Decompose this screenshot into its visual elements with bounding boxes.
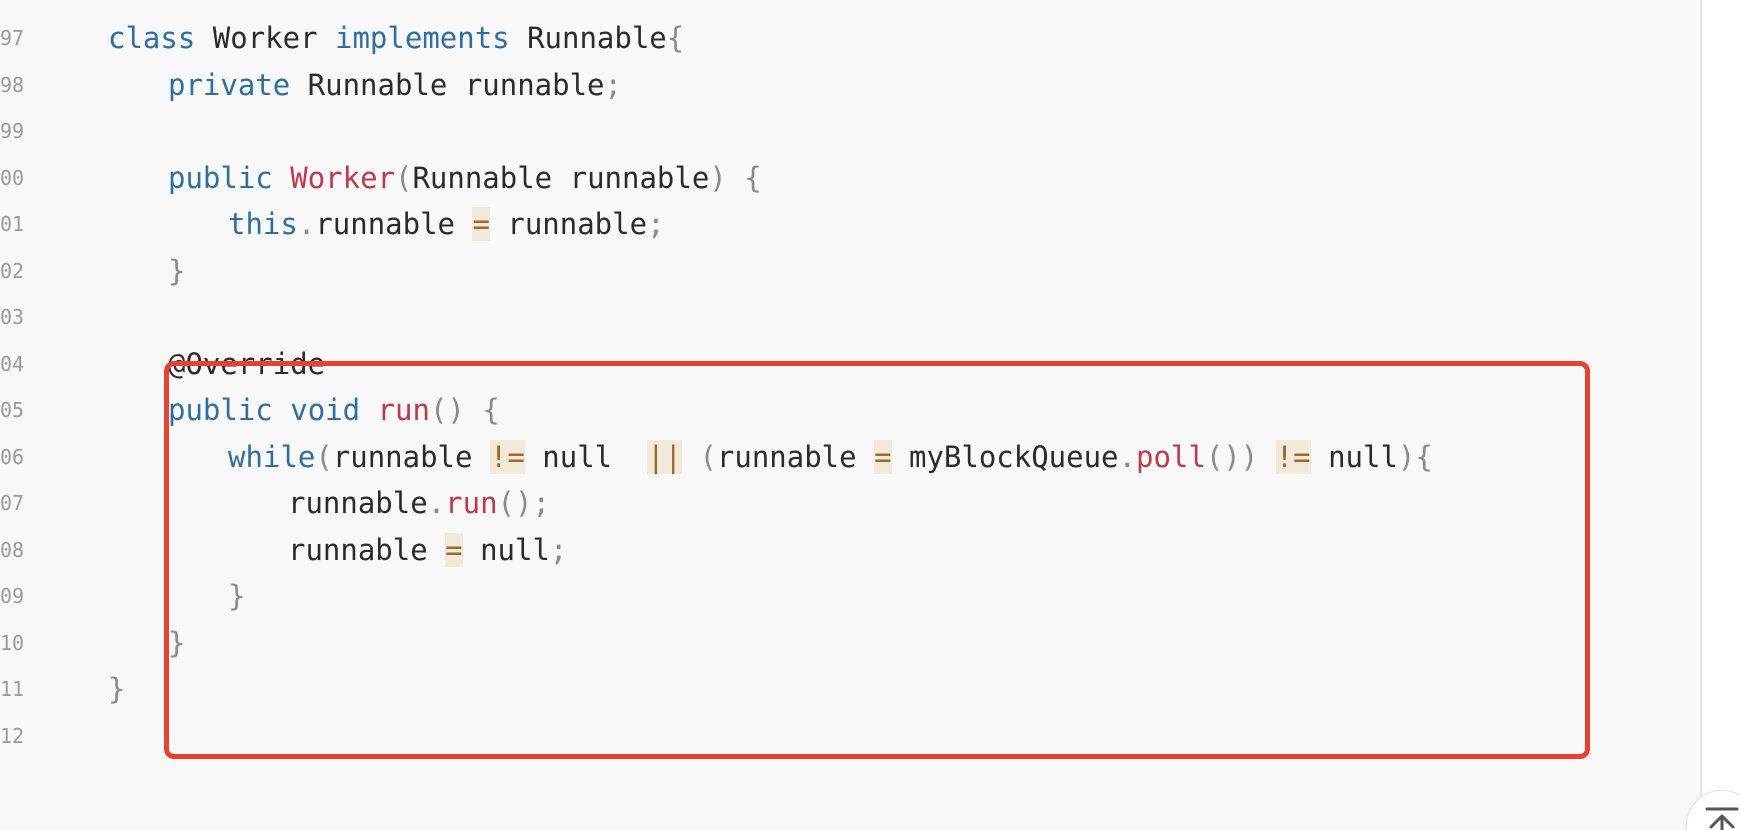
code-text: class Worker implements Runnable{: [108, 13, 684, 64]
line-number: 04: [0, 351, 25, 376]
highlight-box: [164, 361, 1590, 759]
code-token: Runnable: [527, 21, 667, 55]
code-token: ;: [647, 207, 665, 241]
code-token: Runnable runnable: [290, 67, 605, 102]
line-number: 07: [0, 491, 25, 515]
code-line: 98 private Runnable runnable;: [0, 60, 1700, 111]
line-number: 08: [0, 537, 25, 562]
code-token: {: [744, 160, 762, 195]
right-margin-pane: [1702, 0, 1740, 830]
line-number: 05: [0, 398, 25, 422]
arrow-up-to-line-icon: [1705, 807, 1739, 830]
line-number: 03: [0, 305, 25, 329]
code-token: =: [472, 207, 490, 241]
line-number: 01: [0, 212, 25, 236]
code-line: 99: [0, 106, 1700, 157]
code-token: ): [709, 160, 727, 195]
code-token: runnable: [489, 207, 648, 241]
code-text: public Worker(Runnable runnable) {: [168, 153, 762, 204]
line-number: 02: [0, 258, 25, 283]
line-number: 00: [0, 165, 25, 190]
line-number: 99: [0, 119, 25, 143]
line-number: 12: [0, 723, 25, 748]
code-line: 97 class Worker implements Runnable{: [0, 13, 1700, 64]
code-token: implements: [335, 21, 510, 55]
code-token: Worker: [290, 160, 395, 195]
code-line: 02}: [0, 246, 1700, 297]
line-number: 06: [0, 444, 25, 469]
code-token: ;: [604, 67, 622, 102]
code-token: runnable: [315, 207, 473, 241]
line-number: 10: [0, 630, 25, 655]
code-line: 03: [0, 292, 1700, 343]
code-token: }: [168, 253, 186, 288]
code-token: private: [168, 67, 291, 102]
code-token: Runnable runnable: [412, 160, 710, 195]
code-text: this.runnable = runnable;: [228, 199, 665, 250]
code-token: class: [108, 21, 196, 55]
code-token: {: [666, 21, 685, 55]
line-number: 97: [0, 26, 25, 50]
code-text: }: [108, 664, 125, 715]
line-number: 09: [0, 584, 25, 608]
code-token: this: [228, 207, 298, 241]
code-token: Worker: [212, 21, 318, 55]
code-token: .: [297, 207, 316, 241]
code-token: (: [395, 160, 413, 195]
code-line: 01 this.runnable = runnable;: [0, 199, 1700, 250]
code-token: }: [108, 672, 126, 706]
line-number: 11: [0, 677, 25, 701]
line-number: 98: [0, 72, 25, 97]
code-text: private Runnable runnable;: [168, 60, 622, 111]
code-token: public: [168, 160, 273, 195]
code-text: }: [168, 246, 185, 297]
code-line: 00 public Worker(Runnable runnable) {: [0, 153, 1700, 204]
